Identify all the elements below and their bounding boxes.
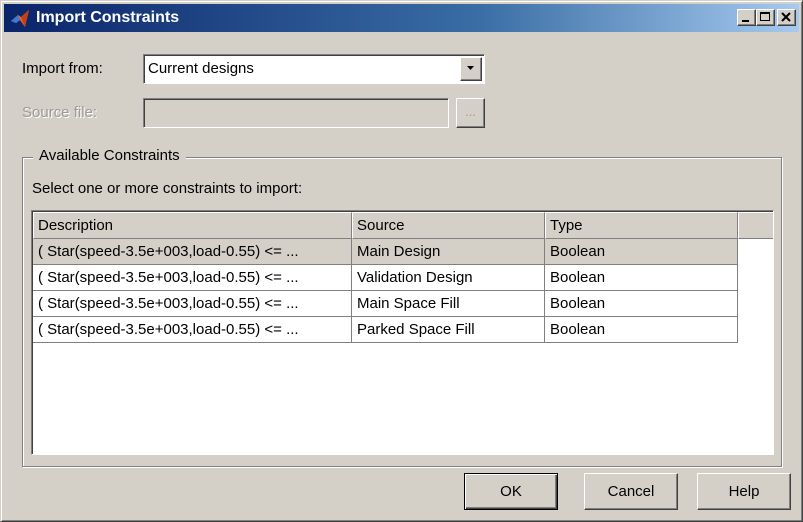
cancel-button[interactable]: Cancel	[584, 473, 678, 510]
table-row[interactable]: ( Star(speed-3.5e+003,load-0.55) <= ... …	[33, 317, 738, 343]
ok-button[interactable]: OK	[464, 473, 558, 510]
import-from-label: Import from:	[22, 60, 103, 77]
cell-type: Boolean	[545, 291, 738, 317]
minimize-icon	[742, 20, 749, 22]
column-header-filler	[738, 212, 773, 239]
table-row[interactable]: ( Star(speed-3.5e+003,load-0.55) <= ... …	[33, 291, 738, 317]
minimize-button[interactable]	[737, 9, 756, 26]
cell-description: ( Star(speed-3.5e+003,load-0.55) <= ...	[33, 239, 352, 265]
cell-type: Boolean	[545, 265, 738, 291]
chevron-down-icon	[467, 66, 474, 70]
cell-type: Boolean	[545, 317, 738, 343]
close-icon	[781, 12, 791, 22]
help-button[interactable]: Help	[697, 473, 791, 510]
source-file-label: Source file:	[22, 104, 98, 121]
browse-button[interactable]: ...	[456, 98, 485, 128]
instruction-text: Select one or more constraints to import…	[32, 180, 303, 197]
cell-description: ( Star(speed-3.5e+003,load-0.55) <= ...	[33, 291, 352, 317]
constraints-table[interactable]: Description Source Type ( Star(speed-3.5…	[31, 210, 774, 455]
maximize-button[interactable]	[756, 9, 775, 26]
column-header-description[interactable]: Description	[33, 212, 352, 239]
cell-source: Main Design	[352, 239, 545, 265]
cell-source: Parked Space Fill	[352, 317, 545, 343]
import-from-value: Current designs	[148, 60, 254, 77]
table-row[interactable]: ( Star(speed-3.5e+003,load-0.55) <= ... …	[33, 239, 738, 265]
cell-type: Boolean	[545, 239, 738, 265]
window-title: Import Constraints	[36, 9, 180, 26]
maximize-icon	[760, 12, 770, 21]
close-button[interactable]	[777, 9, 796, 26]
cell-source: Main Space Fill	[352, 291, 545, 317]
matlab-logo-icon	[10, 8, 30, 28]
source-file-input[interactable]	[143, 98, 449, 128]
table-header: Description Source Type	[33, 212, 773, 239]
table-row[interactable]: ( Star(speed-3.5e+003,load-0.55) <= ... …	[33, 265, 738, 291]
import-constraints-dialog: Import Constraints Import from: Current …	[0, 0, 803, 522]
dropdown-arrow-button[interactable]	[460, 57, 482, 81]
column-header-source[interactable]: Source	[352, 212, 545, 239]
column-header-type[interactable]: Type	[545, 212, 738, 239]
group-title: Available Constraints	[33, 147, 186, 164]
cell-description: ( Star(speed-3.5e+003,load-0.55) <= ...	[33, 317, 352, 343]
cell-source: Validation Design	[352, 265, 545, 291]
cell-description: ( Star(speed-3.5e+003,load-0.55) <= ...	[33, 265, 352, 291]
title-bar[interactable]: Import Constraints	[4, 4, 799, 32]
import-from-dropdown[interactable]: Current designs	[143, 54, 485, 84]
